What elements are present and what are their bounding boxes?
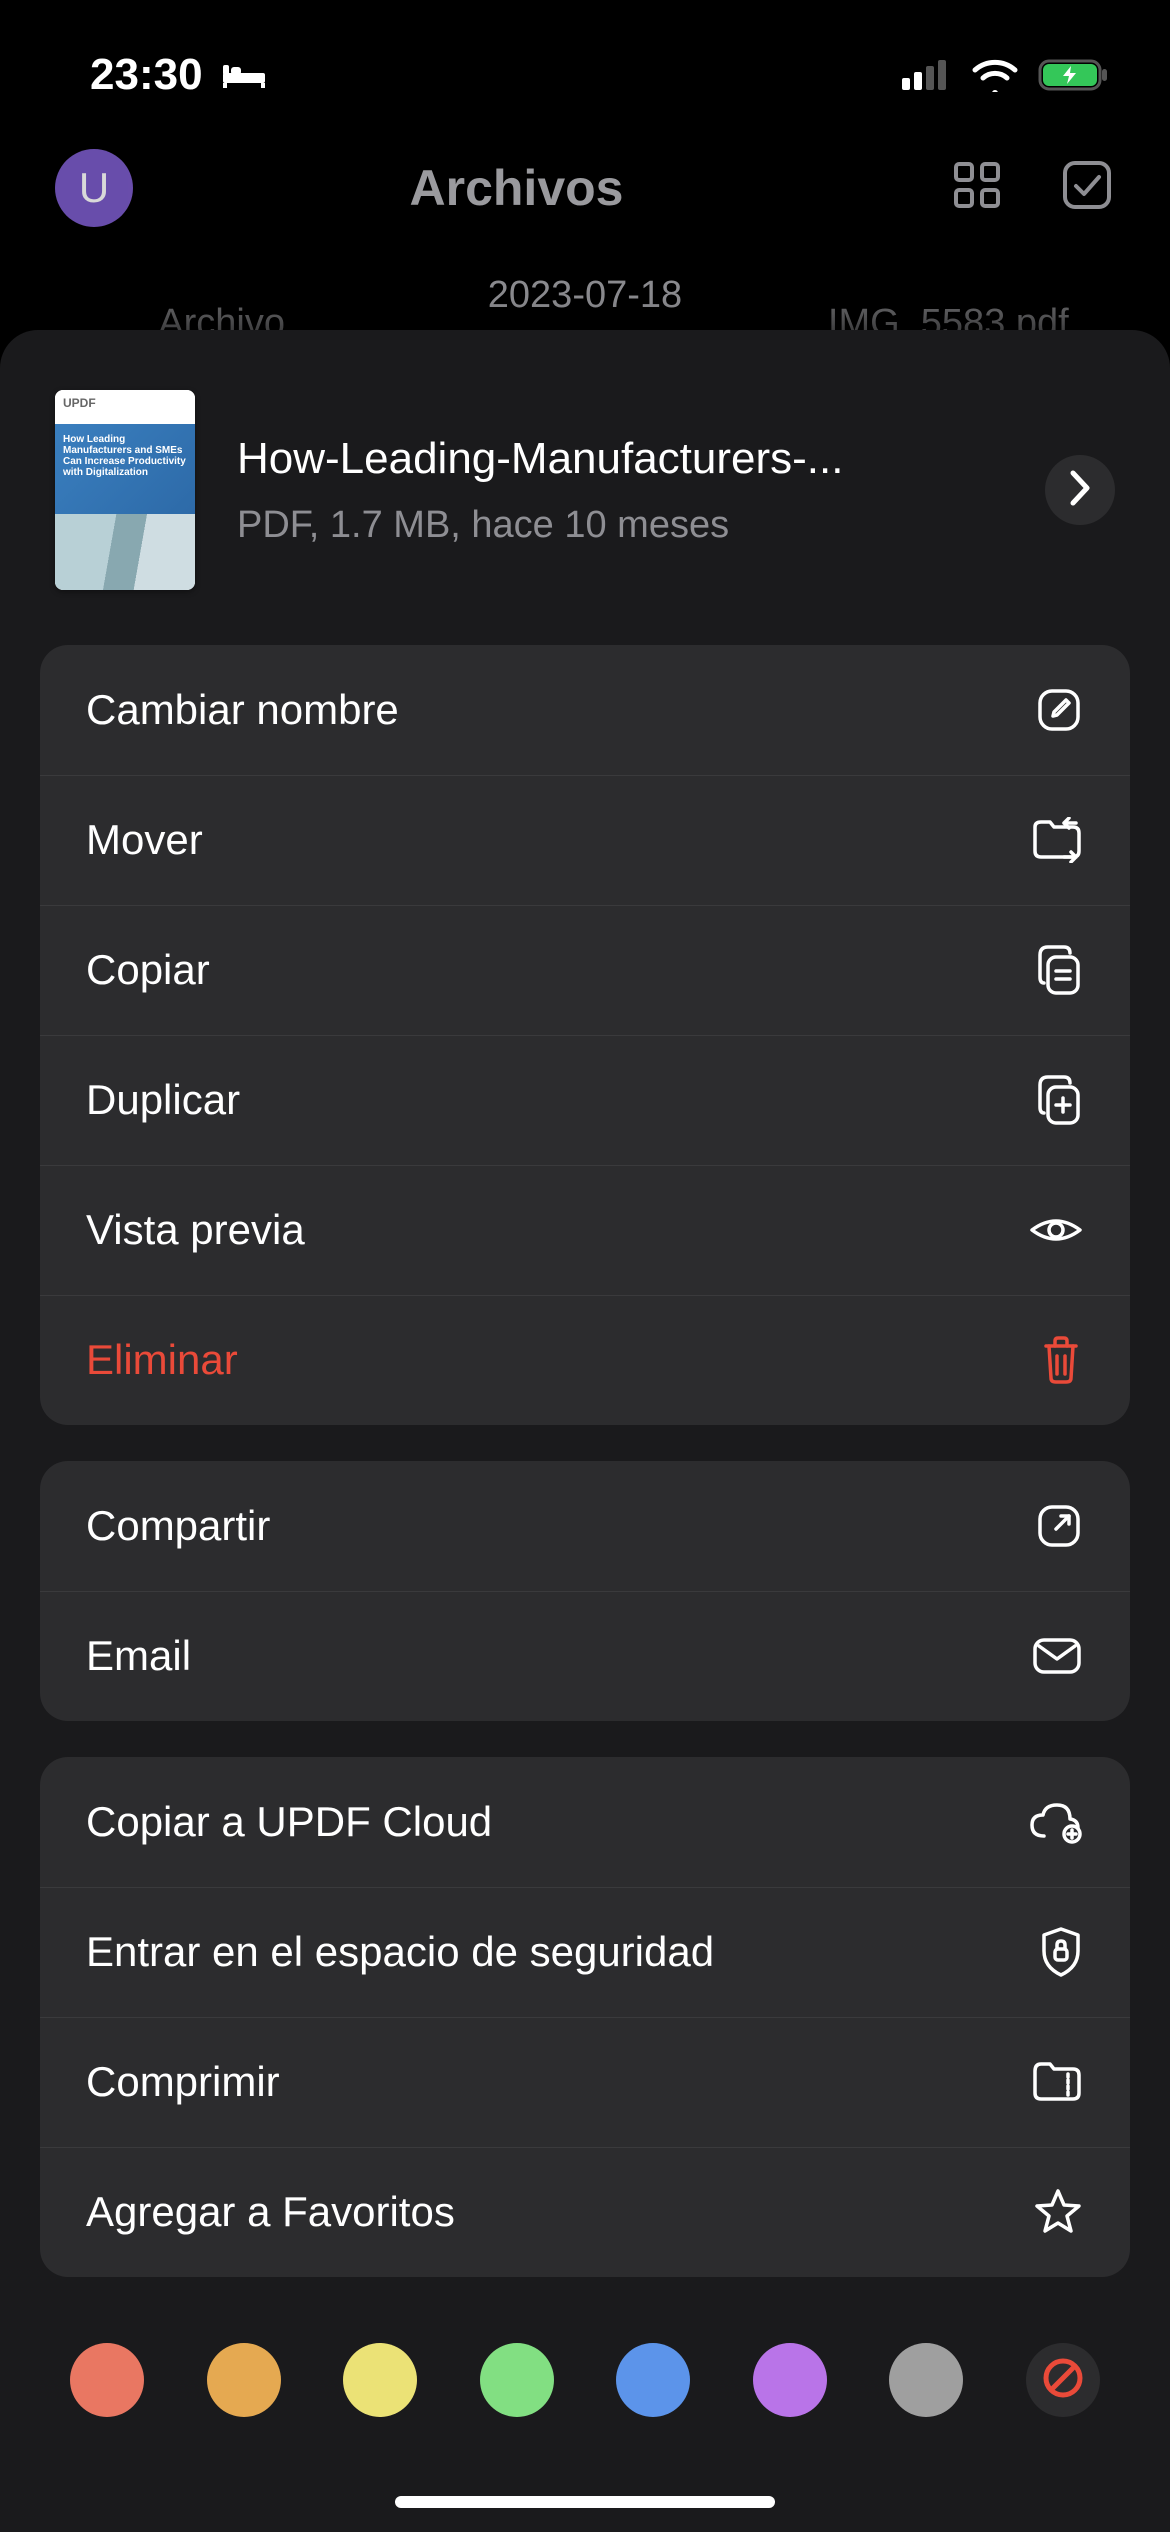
bg-file-center: 2023-07-18	[405, 274, 765, 317]
home-indicator[interactable]	[395, 2496, 775, 2508]
cloud-add-icon	[1026, 1800, 1084, 1844]
action-email[interactable]: Email	[40, 1591, 1130, 1721]
file-name: How-Leading-Manufacturers-...	[237, 434, 1003, 484]
thumb-preview-image	[55, 514, 195, 590]
trash-icon	[1038, 1334, 1084, 1386]
shield-lock-icon	[1038, 1925, 1084, 1979]
row-label: Cambiar nombre	[86, 686, 399, 734]
wifi-icon	[972, 58, 1018, 92]
row-label: Copiar	[86, 946, 210, 994]
row-label: Comprimir	[86, 2058, 280, 2106]
chevron-right-icon	[1067, 469, 1093, 512]
zip-icon	[1030, 2059, 1084, 2105]
row-label: Agregar a Favoritos	[86, 2188, 455, 2236]
edit-icon	[1034, 685, 1084, 735]
row-label: Duplicar	[86, 1076, 240, 1124]
color-tag-purple[interactable]	[753, 2343, 827, 2417]
background-tabs: Archivo 2023-07-18 IMG_5583.pdf	[0, 270, 1170, 330]
color-tags-row	[40, 2313, 1130, 2467]
nav-actions	[950, 157, 1115, 218]
grid-view-icon[interactable]	[950, 158, 1004, 217]
row-label: Compartir	[86, 1502, 270, 1550]
select-icon[interactable]	[1059, 157, 1115, 218]
action-move[interactable]: Mover	[40, 775, 1130, 905]
star-icon	[1032, 2187, 1084, 2237]
status-bar: 23:30	[0, 0, 1170, 120]
color-tag-coral[interactable]	[70, 2343, 144, 2417]
action-delete[interactable]: Eliminar	[40, 1295, 1130, 1425]
color-tag-yellow[interactable]	[343, 2343, 417, 2417]
action-group-share: Compartir Email	[40, 1461, 1130, 1721]
color-tag-green[interactable]	[480, 2343, 554, 2417]
copy-icon	[1034, 943, 1084, 997]
row-label: Vista previa	[86, 1206, 305, 1254]
bg-file-right: IMG_5583.pdf	[768, 302, 1128, 331]
action-security-space[interactable]: Entrar en el espacio de seguridad	[40, 1887, 1130, 2017]
thumb-title: How Leading Manufacturers and SMEs Can I…	[63, 434, 187, 478]
color-tag-none[interactable]	[1026, 2343, 1100, 2417]
thumb-brand: UPDF	[55, 390, 195, 424]
action-copy-cloud[interactable]: Copiar a UPDF Cloud	[40, 1757, 1130, 1887]
mail-icon	[1030, 1635, 1084, 1677]
file-meta: PDF, 1.7 MB, hace 10 meses	[237, 504, 1003, 547]
nav-bar: U Archivos	[0, 120, 1170, 270]
row-label: Eliminar	[86, 1336, 238, 1384]
no-color-icon	[1041, 2356, 1085, 2405]
page-title: Archivos	[83, 159, 950, 217]
battery-charging-icon	[1038, 58, 1110, 92]
file-header[interactable]: UPDF How Leading Manufacturers and SMEs …	[40, 390, 1130, 645]
row-label: Copiar a UPDF Cloud	[86, 1798, 492, 1846]
action-preview[interactable]: Vista previa	[40, 1165, 1130, 1295]
folder-move-icon	[1030, 817, 1084, 863]
action-group-edit: Cambiar nombre Mover Copiar	[40, 645, 1130, 1425]
eye-icon	[1028, 1211, 1084, 1249]
color-tag-grey[interactable]	[889, 2343, 963, 2417]
action-compress[interactable]: Comprimir	[40, 2017, 1130, 2147]
file-thumbnail: UPDF How Leading Manufacturers and SMEs …	[55, 390, 195, 590]
action-copy[interactable]: Copiar	[40, 905, 1130, 1035]
avatar-letter: U	[79, 164, 109, 212]
duplicate-icon	[1034, 1073, 1084, 1127]
status-time: 23:30	[90, 50, 203, 100]
action-rename[interactable]: Cambiar nombre	[40, 645, 1130, 775]
status-left: 23:30	[90, 50, 267, 100]
status-right	[902, 58, 1110, 92]
action-sheet: UPDF How Leading Manufacturers and SMEs …	[0, 330, 1170, 2532]
color-tag-orange[interactable]	[207, 2343, 281, 2417]
bed-icon	[221, 50, 267, 100]
open-file-button[interactable]	[1045, 455, 1115, 525]
file-info: How-Leading-Manufacturers-... PDF, 1.7 M…	[237, 434, 1003, 547]
action-duplicate[interactable]: Duplicar	[40, 1035, 1130, 1165]
avatar[interactable]: U	[55, 149, 133, 227]
share-icon	[1034, 1501, 1084, 1551]
row-label: Email	[86, 1632, 191, 1680]
action-share[interactable]: Compartir	[40, 1461, 1130, 1591]
row-label: Entrar en el espacio de seguridad	[86, 1928, 714, 1976]
signal-icon	[902, 60, 952, 90]
action-favorite[interactable]: Agregar a Favoritos	[40, 2147, 1130, 2277]
action-group-more: Copiar a UPDF Cloud Entrar en el espacio…	[40, 1757, 1130, 2277]
color-tag-blue[interactable]	[616, 2343, 690, 2417]
bg-file-left: Archivo	[42, 302, 402, 331]
row-label: Mover	[86, 816, 203, 864]
